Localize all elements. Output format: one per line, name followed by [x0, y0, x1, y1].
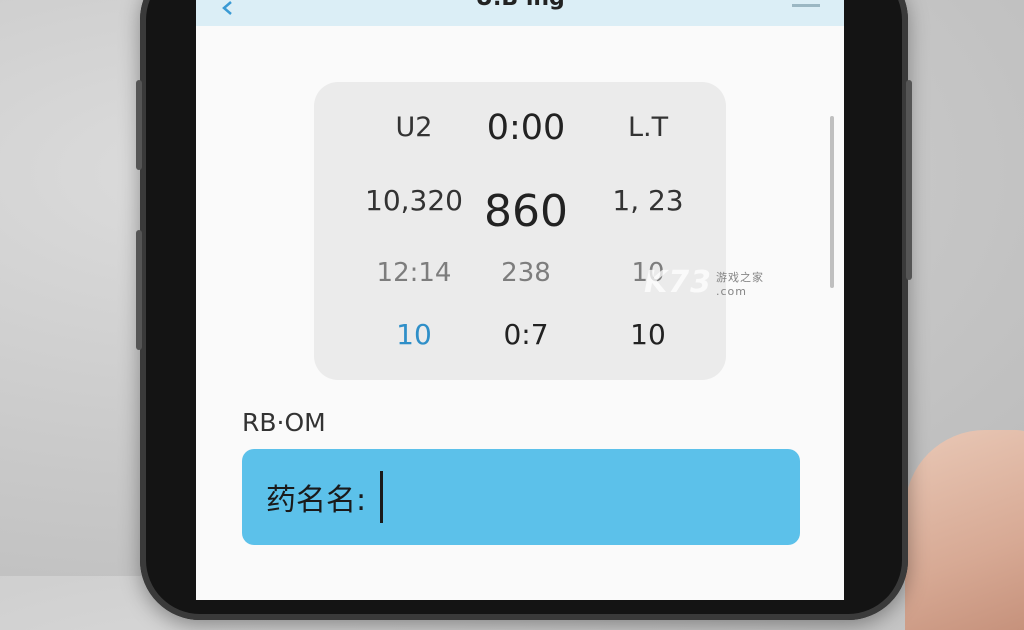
picker-cell[interactable]: 0:00	[456, 108, 596, 148]
volume-button	[136, 230, 142, 350]
watermark-logo: K73 游戏之家 .com	[644, 265, 764, 300]
picker-cell[interactable]: 0:7	[456, 318, 596, 351]
power-button	[906, 80, 912, 280]
watermark-domain: .com	[716, 285, 747, 298]
phone-frame: U.B ing U2 0:00 L.T 10,320 860 1, 23 12:…	[136, 0, 912, 620]
text-cursor	[380, 471, 384, 523]
watermark-sub: 游戏之家	[716, 271, 764, 284]
picker-cell[interactable]: 238	[456, 258, 596, 288]
input-prefix: 药名名:	[266, 483, 367, 518]
scrollbar[interactable]	[830, 116, 834, 288]
app-screen: U.B ing U2 0:00 L.T 10,320 860 1, 23 12:…	[196, 0, 844, 600]
picker-cell[interactable]: L.T	[578, 112, 718, 143]
picker-cell-selected[interactable]: 860	[456, 186, 596, 237]
field-label: RB·OM	[242, 408, 326, 437]
menu-icon[interactable]	[792, 0, 820, 7]
volume-button	[136, 80, 142, 170]
watermark-text: K73	[644, 265, 712, 300]
picker-cell[interactable]: 10	[578, 318, 718, 351]
hand-thumb	[905, 430, 1024, 630]
number-picker[interactable]: U2 0:00 L.T 10,320 860 1, 23 12:14 238 1…	[314, 82, 726, 380]
name-input[interactable]: 药名名:	[242, 449, 800, 545]
picker-cell[interactable]: 1, 23	[578, 184, 718, 217]
nav-bar: U.B ing	[196, 0, 844, 26]
page-title: U.B ing	[196, 0, 844, 11]
